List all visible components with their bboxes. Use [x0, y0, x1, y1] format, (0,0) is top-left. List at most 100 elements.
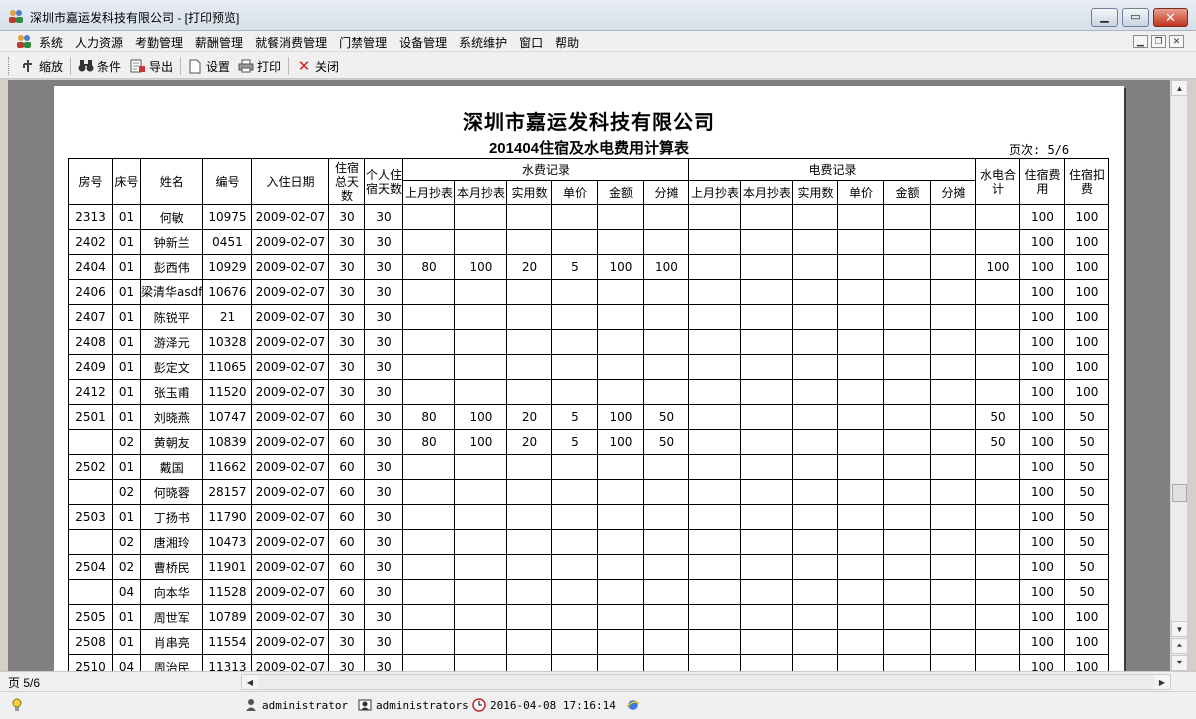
cell-id: 28157: [202, 479, 253, 505]
vertical-scrollbar[interactable]: ▲ ▼ ⏶ ⏷: [1170, 80, 1188, 671]
cell-utility-total: [975, 354, 1021, 380]
cell-water-usage: [506, 579, 553, 605]
cell-room: 2501: [68, 404, 113, 430]
cell-id: 0451: [202, 229, 253, 255]
cell-water-amount: [597, 454, 645, 480]
cell-utility-total: [975, 454, 1021, 480]
cell-total-days: 60: [328, 404, 366, 430]
cell-elec-prev: [688, 229, 742, 255]
cell-lodging-deduct: 100: [1064, 379, 1110, 405]
cell-lodging-fee: 100: [1019, 279, 1066, 305]
arrow-right-icon: ▶: [1158, 677, 1166, 687]
hint-panel: [10, 698, 24, 712]
cell-utility-total: [975, 554, 1021, 580]
vertical-scroll-thumb[interactable]: [1172, 484, 1187, 502]
cell-water-price: [551, 329, 599, 355]
cell-water-usage: [506, 329, 553, 355]
cell-elec-amount: [883, 479, 932, 505]
cell-name: 戴国: [139, 454, 204, 480]
zoom-button[interactable]: 缩放: [20, 57, 63, 75]
horizontal-scrollbar[interactable]: ◀ ▶: [241, 674, 1171, 690]
cell-elec-share: [930, 354, 977, 380]
scroll-down-button[interactable]: ▼: [1171, 621, 1188, 637]
cell-lodging-fee: 100: [1019, 429, 1066, 455]
cell-utility-total: [975, 504, 1021, 530]
settings-button[interactable]: 设置: [187, 57, 230, 75]
cell-water-curr: [454, 304, 508, 330]
table-row: 2504 02 曹桥民 11901 2009-02-07 60 30 100 50: [68, 554, 1110, 580]
cell-total-days: 30: [328, 229, 366, 255]
cell-lodging-deduct: 100: [1064, 254, 1110, 280]
cell-elec-share: [930, 229, 977, 255]
cell-personal-days: 30: [364, 479, 404, 505]
print-button[interactable]: 打印: [238, 57, 281, 75]
menu-item-dining[interactable]: 就餐消费管理: [255, 34, 327, 51]
mdi-minimize-button[interactable]: ▁: [1133, 35, 1148, 48]
cell-id: 10789: [202, 604, 253, 630]
menu-item-attendance[interactable]: 考勤管理: [135, 34, 183, 51]
cell-elec-share: [930, 529, 977, 555]
cell-water-prev: [402, 304, 456, 330]
table-row: 2406 01 梁清华asdf 10676 2009-02-07 30 30 100 100: [68, 279, 1110, 305]
header-elec-usage: 实用数: [792, 180, 839, 205]
scroll-right-button[interactable]: ▶: [1154, 675, 1170, 689]
cell-utility-total: 100: [975, 254, 1021, 280]
cell-elec-curr: [740, 454, 794, 480]
cell-lodging-fee: 100: [1019, 254, 1066, 280]
minimize-icon: ▁: [1100, 11, 1109, 23]
menu-item-window[interactable]: 窗口: [519, 34, 543, 51]
cell-water-price: [551, 479, 599, 505]
mdi-close-button[interactable]: ✕: [1169, 35, 1184, 48]
cell-checkin-date: 2009-02-07: [251, 579, 330, 605]
menu-item-device[interactable]: 设备管理: [399, 34, 447, 51]
cell-elec-share: [930, 254, 977, 280]
cell-name: 彭定文: [139, 354, 204, 380]
menu-item-help[interactable]: 帮助: [555, 34, 579, 51]
cell-water-curr: [454, 654, 508, 671]
close-window-button[interactable]: ✕: [1153, 8, 1188, 27]
maximize-button[interactable]: ▭: [1122, 8, 1149, 27]
cell-elec-usage: [792, 304, 839, 330]
next-page-button[interactable]: ⏷: [1171, 655, 1188, 671]
scroll-left-button[interactable]: ◀: [242, 675, 258, 689]
table-row: 2313 01 何敏 10975 2009-02-07 30 30 100 100: [68, 204, 1110, 230]
toolbar-grip[interactable]: [8, 57, 11, 75]
cell-id: 10747: [202, 404, 253, 430]
condition-button[interactable]: 条件: [78, 57, 121, 75]
app-users-icon: [9, 10, 23, 23]
cell-water-share: [643, 554, 690, 580]
cell-elec-share: [930, 429, 977, 455]
export-button[interactable]: 导出: [130, 57, 173, 75]
menu-item-access[interactable]: 门禁管理: [339, 34, 387, 51]
cell-elec-usage: [792, 554, 839, 580]
scroll-up-button[interactable]: ▲: [1171, 80, 1188, 96]
cell-lodging-deduct: 50: [1064, 404, 1110, 430]
menu-app-icon[interactable]: [16, 34, 32, 48]
cell-water-amount: [597, 554, 645, 580]
cell-water-usage: [506, 629, 553, 655]
close-preview-button[interactable]: ✕ 关闭: [296, 57, 339, 75]
minimize-button[interactable]: ▁: [1091, 8, 1118, 27]
menu-item-maintenance[interactable]: 系统维护: [459, 34, 507, 51]
previous-page-button[interactable]: ⏶: [1171, 638, 1188, 654]
cell-name: 丁扬书: [139, 504, 204, 530]
print-preview-area[interactable]: 深圳市嘉运发科技有限公司 201404住宿及水电费用计算表 页次: 5/6 房号…: [8, 80, 1170, 671]
cell-elec-price: [837, 579, 885, 605]
cell-water-price: [551, 204, 599, 230]
cell-water-usage: [506, 279, 553, 305]
cell-lodging-fee: 100: [1019, 654, 1066, 671]
cell-water-amount: 100: [597, 429, 645, 455]
cell-elec-usage: [792, 404, 839, 430]
mdi-restore-button[interactable]: ❐: [1151, 35, 1166, 48]
menu-item-hr[interactable]: 人力资源: [75, 34, 123, 51]
cell-id: 10328: [202, 329, 253, 355]
close-icon: ✕: [1172, 36, 1181, 46]
close-red-x-icon: ✕: [297, 58, 311, 75]
cell-elec-amount: [883, 354, 932, 380]
double-down-icon: ⏷: [1176, 658, 1183, 667]
menu-item-system[interactable]: 系统: [39, 34, 63, 51]
cell-water-share: [643, 204, 690, 230]
menu-item-payroll[interactable]: 薪酬管理: [195, 34, 243, 51]
cell-personal-days: 30: [364, 279, 404, 305]
cell-elec-prev: [688, 604, 742, 630]
